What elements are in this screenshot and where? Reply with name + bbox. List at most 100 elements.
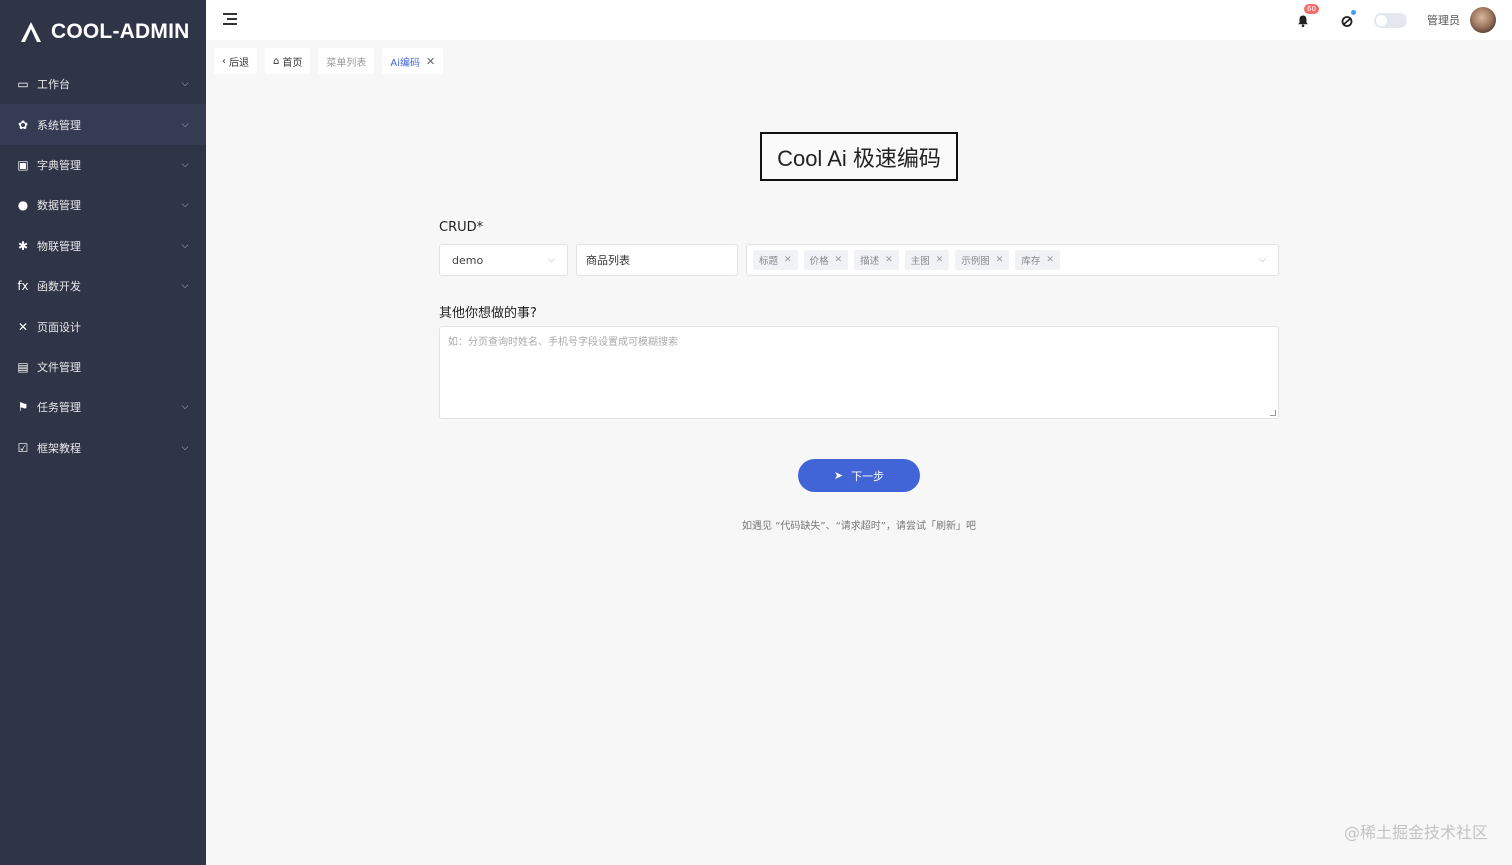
fields-multi-select[interactable]: 标题 ✕ 价格 ✕ 描述 ✕ 主图 ✕ 示例图 ✕ 库存 ✕ ⌵ [746, 244, 1279, 276]
field-chip-label: 描述 [860, 256, 880, 267]
monitor-icon: ▭ [17, 77, 29, 92]
chevron-down-icon: ⌵ [181, 402, 189, 413]
close-icon[interactable]: ✕ [1046, 255, 1054, 265]
sidebar-item[interactable]: ✕ 页面设计 [0, 306, 206, 346]
home-icon: ⌂ [273, 55, 280, 67]
close-icon[interactable]: ✕ [996, 255, 1004, 265]
sidebar-item[interactable]: ✿ 系统管理 ⌵ [0, 104, 206, 145]
sidebar-item-label: 物联管理 [37, 239, 81, 253]
theme-settings-icon[interactable] [1340, 10, 1356, 27]
field-chip: 主图 ✕ [904, 250, 950, 270]
chevron-down-icon: ⌵ [181, 281, 189, 292]
sidebar-item-label: 函数开发 [37, 280, 81, 294]
field-chip-label: 价格 [809, 256, 829, 267]
chevron-down-icon: ⌵ [181, 240, 189, 251]
book-icon: ▣ [17, 157, 29, 172]
field-chip: 库存 ✕ [1015, 250, 1060, 270]
tab-home[interactable]: ⌂ 首页 [265, 48, 311, 74]
logo-text: COOL-ADMIN [51, 20, 190, 43]
field-chip: 描述 ✕ [854, 250, 899, 270]
close-icon[interactable]: ✕ [426, 55, 435, 68]
menu-toggle-icon[interactable] [223, 13, 237, 27]
page-title: Cool Ai 极速编码 [760, 132, 958, 181]
notification-count-badge: 60 [1304, 4, 1319, 14]
chevron-down-icon: ⌵ [181, 159, 189, 170]
design-icon: ✕ [17, 319, 29, 334]
sidebar-item[interactable]: ⚑ 任务管理 ⌵ [0, 387, 206, 427]
field-chip-label: 库存 [1021, 256, 1041, 267]
tab-ai-coding[interactable]: Ai编码 ✕ [382, 48, 444, 74]
module-select[interactable]: demo ⌵ [439, 244, 568, 276]
field-chip-list: 标题 ✕ 价格 ✕ 描述 ✕ 主图 ✕ 示例图 ✕ 库存 ✕ [753, 250, 1066, 270]
sidebar-item[interactable]: ✱ 物联管理 ⌵ [0, 226, 206, 266]
gear-icon: ✿ [17, 117, 29, 132]
close-icon[interactable]: ✕ [885, 255, 893, 265]
sidebar-menu: ▭ 工作台 ⌵ ✿ 系统管理 ⌵ ▣ 字典管理 ⌵ ● 数据管理 ⌵ ✱ 物联管理 ⌵ fx 函数开发 ⌵ ✕ 页面设… [0, 64, 206, 468]
check-square-icon: ☑ [17, 440, 29, 455]
field-chip: 示例图 ✕ [955, 250, 1010, 270]
tab-label: 首页 [282, 57, 303, 69]
other-label: 其他你想做的事? [439, 306, 537, 321]
send-icon: ➤ [833, 469, 844, 482]
logo-icon [21, 22, 41, 42]
sidebar-item-label: 数据管理 [37, 199, 81, 213]
sidebar-item[interactable]: ▤ 文件管理 [0, 347, 206, 387]
chevron-down-icon: ⌵ [548, 255, 555, 265]
module-select-value: demo [452, 253, 484, 267]
notification-bell-icon[interactable]: 60 [1296, 4, 1319, 28]
sidebar-item-label: 文件管理 [37, 360, 81, 374]
next-step-button[interactable]: ➤ 下一步 [798, 459, 920, 492]
chevron-down-icon: ⌵ [181, 200, 189, 211]
chevron-left-icon: ‹ [222, 55, 226, 67]
top-bar: 60 管理员 [206, 0, 1512, 40]
entity-name-input[interactable]: 商品列表 [576, 244, 738, 276]
chevron-down-icon: ⌵ [181, 79, 189, 90]
sidebar-item-label: 框架教程 [37, 441, 81, 455]
sidebar-item-label: 任务管理 [37, 401, 81, 415]
tab-label: 菜单列表 [326, 57, 367, 69]
field-chip: 价格 ✕ [803, 250, 849, 270]
watermark: @稀土掘金技术社区 [1343, 823, 1488, 842]
dark-mode-toggle[interactable] [1374, 12, 1407, 28]
theme-dot-badge [1351, 10, 1356, 15]
tab-menu-list[interactable]: 菜单列表 [318, 48, 375, 74]
username-label[interactable]: 管理员 [1427, 12, 1460, 28]
sidebar-item[interactable]: fx 函数开发 ⌵ [0, 266, 206, 306]
sidebar-item[interactable]: ☑ 框架教程 ⌵ [0, 428, 206, 468]
sidebar-item-label: 系统管理 [37, 118, 81, 132]
tab-label: 后退 [229, 57, 249, 69]
tab-bar: ‹ 后退 ⌂ 首页 菜单列表 Ai编码 ✕ [214, 48, 451, 74]
crud-label: CRUD* [439, 220, 484, 235]
sidebar-item-label: 工作台 [37, 78, 70, 92]
field-chip-label: 主图 [910, 256, 930, 267]
chevron-down-icon: ⌵ [181, 119, 189, 130]
field-chip-label: 示例图 [961, 256, 990, 267]
chevron-down-icon: ⌵ [1259, 255, 1266, 265]
file-icon: ▤ [17, 359, 29, 374]
chevron-down-icon: ⌵ [181, 442, 189, 453]
iot-icon: ✱ [17, 238, 29, 253]
close-icon[interactable]: ✕ [936, 255, 944, 265]
other-requirements-textarea[interactable]: 如：分页查询时姓名、手机号字段设置成可模糊搜索 [439, 326, 1279, 419]
sidebar-item[interactable]: ● 数据管理 ⌵ [0, 185, 206, 225]
resize-handle-icon[interactable] [1270, 410, 1276, 416]
field-chip: 标题 ✕ [753, 250, 798, 270]
sidebar-item[interactable]: ▣ 字典管理 ⌵ [0, 145, 206, 185]
close-icon[interactable]: ✕ [784, 255, 792, 265]
function-icon: fx [17, 279, 29, 294]
sidebar: COOL-ADMIN ▭ 工作台 ⌵ ✿ 系统管理 ⌵ ▣ 字典管理 ⌵ ● 数据管理 ⌵ ✱ 物联管理 ⌵… [0, 0, 206, 865]
sidebar-item-label: 页面设计 [37, 320, 81, 334]
next-step-label: 下一步 [851, 469, 885, 483]
data-icon: ● [17, 198, 29, 213]
app-logo[interactable]: COOL-ADMIN [0, 0, 206, 64]
tab-back[interactable]: ‹ 后退 [214, 48, 257, 74]
user-avatar[interactable] [1470, 7, 1496, 33]
close-icon[interactable]: ✕ [835, 255, 843, 265]
textarea-placeholder: 如：分页查询时姓名、手机号字段设置成可模糊搜索 [448, 337, 678, 348]
tab-label: Ai编码 [390, 57, 420, 69]
sidebar-item-label: 字典管理 [37, 158, 81, 172]
sidebar-item[interactable]: ▭ 工作台 ⌵ [0, 64, 206, 104]
hint-text: 如遇见 “代码缺失”、“请求超时”，请尝试「刷新」吧 [742, 521, 976, 532]
field-chip-label: 标题 [759, 256, 779, 267]
flag-icon: ⚑ [17, 400, 29, 415]
